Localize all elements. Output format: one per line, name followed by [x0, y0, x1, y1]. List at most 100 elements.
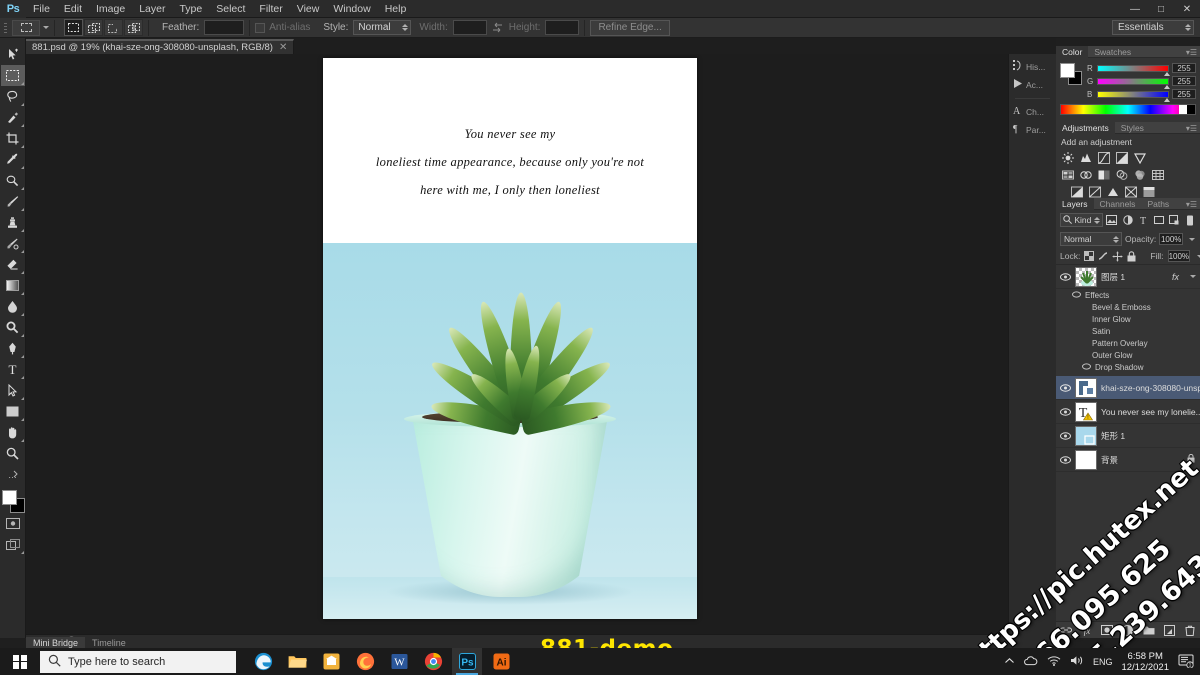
tab-styles[interactable]: Styles — [1115, 122, 1150, 134]
layer-visibility-icon[interactable] — [1059, 383, 1071, 392]
blend-mode-select[interactable]: Normal — [1060, 232, 1122, 246]
rail-item-character[interactable]: A Ch... — [1009, 103, 1056, 121]
fill-value[interactable]: 100% — [1167, 250, 1191, 262]
tab-channels[interactable]: Channels — [1094, 198, 1142, 210]
foreground-color-swatch[interactable] — [1, 490, 17, 505]
notifications-icon[interactable]: 1 — [1178, 654, 1194, 670]
taskbar-search[interactable]: Type here to search — [40, 650, 236, 673]
volume-icon[interactable] — [1070, 655, 1084, 668]
pen-tool[interactable] — [1, 338, 25, 359]
rail-item-actions[interactable]: Ac... — [1009, 76, 1056, 94]
layer-name[interactable]: You never see my lonelie... — [1101, 407, 1200, 417]
menu-edit[interactable]: Edit — [57, 0, 89, 18]
layer-style-icon[interactable]: fx — [1081, 624, 1093, 636]
layer-fx-chevron-down-icon[interactable] — [1190, 275, 1196, 278]
invert-icon[interactable] — [1070, 185, 1083, 198]
intersect-selection-button[interactable] — [124, 19, 143, 36]
layer-thumbnail[interactable] — [1075, 377, 1097, 398]
panel-menu-icon[interactable]: ▾☰ — [1186, 48, 1197, 57]
word-icon[interactable]: W — [384, 648, 414, 675]
file-explorer-icon[interactable] — [282, 648, 312, 675]
quick-selection-tool[interactable] — [1, 107, 25, 128]
store-icon[interactable] — [316, 648, 346, 675]
b-slider[interactable] — [1097, 90, 1170, 102]
gradient-tool[interactable] — [1, 275, 25, 296]
effect-row[interactable]: Pattern Overlay — [1056, 337, 1200, 349]
layer-thumbnail[interactable]: T ! — [1075, 401, 1097, 422]
clone-stamp-tool[interactable] — [1, 212, 25, 233]
spot-healing-brush-tool[interactable] — [1, 170, 25, 191]
layer-row[interactable]: khai-sze-ong-308080-unspl... — [1056, 376, 1200, 400]
new-group-icon[interactable] — [1143, 624, 1155, 636]
layer-filter-kind-select[interactable]: Kind — [1060, 213, 1103, 227]
vibrance-icon[interactable] — [1133, 151, 1146, 164]
layer-fx-icon[interactable]: fx — [1172, 272, 1183, 282]
filter-toggle-switch[interactable] — [1183, 214, 1196, 227]
layer-thumbnail[interactable] — [1075, 266, 1097, 287]
edge-icon[interactable] — [248, 648, 278, 675]
lock-image-pixels-icon[interactable] — [1098, 251, 1108, 262]
layer-visibility-icon[interactable] — [1059, 431, 1071, 440]
new-layer-icon[interactable] — [1163, 624, 1175, 636]
color-swatches[interactable] — [1060, 63, 1082, 85]
chrome-icon[interactable] — [418, 648, 448, 675]
edit-toolbar-icon[interactable]: … — [1, 464, 25, 485]
color-spectrum-ramp[interactable] — [1060, 104, 1196, 115]
lock-all-icon[interactable] — [1127, 250, 1136, 262]
tool-preset-picker[interactable] — [12, 19, 40, 36]
layer-thumbnail[interactable] — [1075, 449, 1097, 470]
filter-smart-objects-icon[interactable] — [1168, 214, 1181, 227]
eraser-tool[interactable] — [1, 254, 25, 275]
filter-type-layers-icon[interactable]: T — [1137, 214, 1150, 227]
new-adjustment-layer-icon[interactable] — [1122, 624, 1134, 636]
layer-visibility-icon[interactable] — [1059, 272, 1071, 281]
layer-name[interactable]: khai-sze-ong-308080-unspl... — [1101, 383, 1200, 393]
onedrive-icon[interactable] — [1024, 655, 1038, 668]
layer-row[interactable]: 矩形 1 — [1056, 424, 1200, 448]
move-tool[interactable] — [1, 44, 25, 65]
menu-type[interactable]: Type — [172, 0, 209, 18]
width-input[interactable] — [452, 20, 487, 35]
feather-input[interactable] — [204, 20, 245, 35]
subtract-from-selection-button[interactable] — [104, 19, 123, 36]
workspace-select[interactable]: Essentials — [1112, 20, 1194, 35]
close-button[interactable]: ✕ — [1174, 0, 1200, 18]
levels-icon[interactable] — [1079, 151, 1092, 164]
menu-window[interactable]: Window — [326, 0, 377, 18]
artboard[interactable]: You never see my loneliest time appearan… — [323, 58, 697, 619]
effect-row[interactable]: Inner Glow — [1056, 313, 1200, 325]
close-icon[interactable]: ✕ — [279, 42, 287, 53]
layer-lock-icon[interactable] — [1187, 453, 1195, 465]
photoshop-icon[interactable]: Ps — [452, 648, 482, 675]
exposure-icon[interactable] — [1115, 151, 1128, 164]
effect-row[interactable]: Drop Shadow — [1056, 361, 1200, 373]
document-tab[interactable]: 881.psd @ 19% (khai-sze-ong-308080-unspl… — [26, 39, 295, 54]
options-bar-grip[interactable] — [2, 20, 10, 36]
color-balance-icon[interactable] — [1079, 168, 1092, 181]
threshold-icon[interactable] — [1106, 185, 1119, 198]
layer-name[interactable]: 图层 1 — [1101, 271, 1168, 283]
layer-mask-icon[interactable] — [1101, 624, 1114, 636]
opacity-value[interactable]: 100% — [1159, 233, 1184, 245]
delete-layer-icon[interactable] — [1184, 624, 1196, 636]
layer-name[interactable]: 背景 — [1101, 454, 1200, 466]
menu-view[interactable]: View — [290, 0, 327, 18]
quick-mask-toggle[interactable] — [1, 513, 25, 534]
effect-visibility-icon[interactable] — [1082, 362, 1091, 372]
tab-adjustments[interactable]: Adjustments — [1056, 121, 1115, 134]
panel-menu-icon[interactable]: ▾☰ — [1186, 124, 1197, 133]
black-white-icon[interactable] — [1097, 168, 1110, 181]
filter-adjustment-layers-icon[interactable] — [1121, 214, 1134, 227]
refine-edge-button[interactable]: Refine Edge... — [590, 19, 670, 36]
language-indicator[interactable]: ENG — [1093, 657, 1113, 667]
tray-expand-icon[interactable] — [1004, 657, 1015, 667]
minimize-button[interactable]: — — [1122, 0, 1148, 18]
canvas-area[interactable]: You never see my loneliest time appearan… — [26, 54, 1056, 634]
menu-select[interactable]: Select — [209, 0, 252, 18]
r-slider[interactable] — [1097, 64, 1170, 76]
link-layers-icon[interactable] — [1060, 624, 1073, 636]
effect-row[interactable]: Bevel & Emboss — [1056, 301, 1200, 313]
black-chip[interactable] — [1187, 105, 1195, 114]
layer-name[interactable]: 矩形 1 — [1101, 430, 1200, 442]
g-value[interactable]: 255 — [1172, 76, 1196, 86]
